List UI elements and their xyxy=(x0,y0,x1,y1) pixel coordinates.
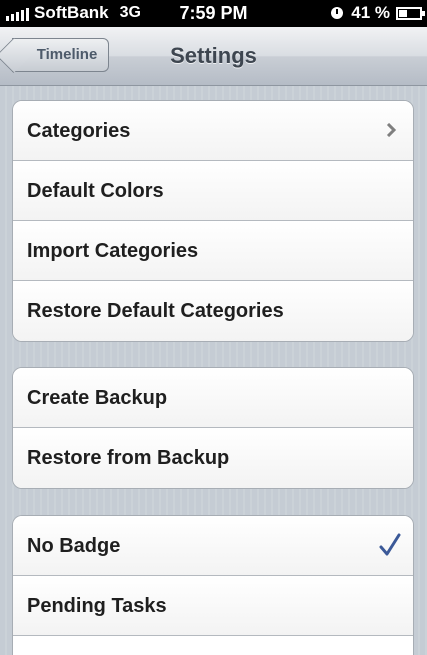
back-button-timeline[interactable]: Timeline xyxy=(12,38,109,72)
row-categories[interactable]: Categories xyxy=(13,101,413,161)
row-label: Restore from Backup xyxy=(27,447,230,469)
settings-group-backup: Create Backup Restore from Backup xyxy=(12,367,414,489)
row-import-categories[interactable]: Import Categories xyxy=(13,221,413,281)
row-create-backup[interactable]: Create Backup xyxy=(13,368,413,428)
alarm-clock-icon xyxy=(331,7,344,19)
row-default-colors[interactable]: Default Colors xyxy=(13,161,413,221)
row-label: No Badge xyxy=(27,535,121,557)
back-button-label: Timeline xyxy=(36,46,98,63)
row-label: Import Categories xyxy=(27,240,199,262)
row-label: Default Colors xyxy=(27,180,164,202)
row-label: Categories xyxy=(27,120,131,142)
battery-icon xyxy=(396,6,425,20)
row-label: Pending Tasks xyxy=(27,595,167,617)
battery-percent: 41 % xyxy=(351,3,390,22)
row-pending-tasks[interactable]: Pending Tasks xyxy=(13,576,413,636)
row-no-badge[interactable]: No Badge xyxy=(13,516,413,576)
row-restore-default-categories[interactable]: Restore Default Categories xyxy=(13,281,413,341)
row-restore-from-backup[interactable]: Restore from Backup xyxy=(13,428,413,488)
status-bar: SoftBank 3G 7:59 PM 41 % xyxy=(0,0,427,27)
settings-group-categories: Categories Default Colors Import Categor… xyxy=(12,100,414,342)
chevron-right-icon xyxy=(386,123,397,137)
row-label: Create Backup xyxy=(27,387,168,409)
status-right: 41 % xyxy=(331,3,425,23)
row-label: Restore Default Categories xyxy=(27,300,284,322)
battery-fill xyxy=(399,9,407,17)
checkmark-icon xyxy=(379,533,401,556)
settings-group-badge: No Badge Pending Tasks xyxy=(12,515,414,655)
navigation-bar: Settings Timeline xyxy=(0,27,427,86)
